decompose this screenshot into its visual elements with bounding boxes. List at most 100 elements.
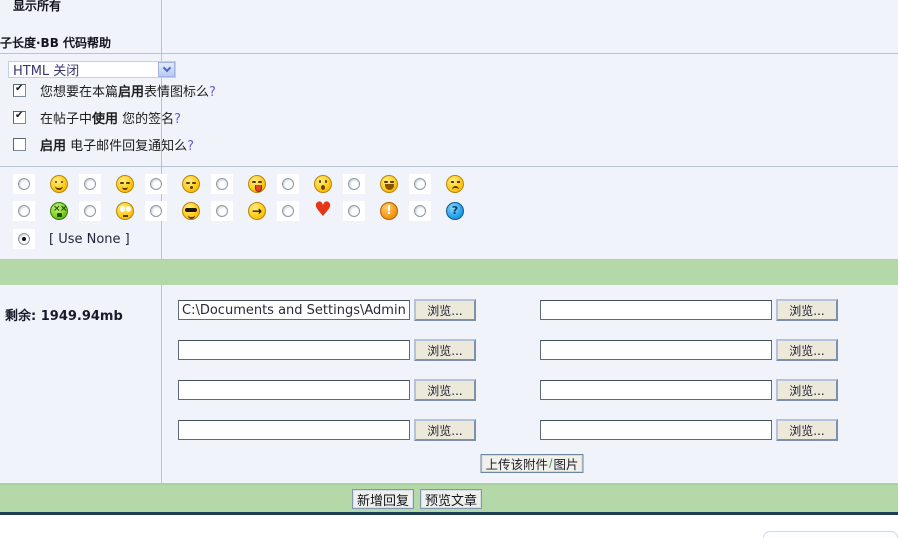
smiley-section: [ Use None ] (0, 167, 898, 259)
smiley-radio-eyeroll[interactable] (84, 205, 96, 217)
radio-cell (211, 201, 233, 221)
smile-icon (50, 175, 68, 193)
radio-cell (211, 174, 233, 194)
quota-remaining-label: 剩余: 1949.94mb (5, 305, 123, 324)
smiley-radio-question[interactable] (414, 205, 426, 217)
smiley-cell (409, 174, 475, 194)
show-all-label[interactable]: 显示所有 (13, 0, 61, 14)
question-icon (446, 202, 464, 220)
use-none-label: [ Use None ] (49, 232, 130, 247)
wink-icon (116, 175, 134, 193)
smiley-cell (277, 174, 343, 194)
smiley-row (13, 174, 475, 194)
tongue-icon (248, 175, 266, 193)
browse-button[interactable]: 浏览... (776, 379, 838, 401)
file-path-input[interactable] (540, 420, 772, 440)
html-mode-select[interactable]: HTML 关闭 (8, 61, 176, 78)
smiley-cell (13, 174, 79, 194)
option-checkbox-1[interactable] (13, 111, 26, 124)
shocked-icon (314, 175, 332, 193)
browse-button[interactable]: 浏览... (414, 379, 476, 401)
option-label: 您想要在本篇启用表情图标么? (40, 81, 216, 100)
dead-icon (50, 202, 68, 220)
smiley-radio-heart[interactable] (282, 205, 294, 217)
action-bar: 新增回复 预览文章 (0, 484, 898, 512)
use-none-radio[interactable] (18, 233, 30, 245)
radio-cell (145, 201, 167, 221)
browse-button[interactable]: 浏览... (776, 419, 838, 441)
exclaim-icon (380, 202, 398, 220)
upload-button-text: 上传该附件 (485, 454, 548, 473)
option-row: 您想要在本篇启用表情图标么? (13, 83, 216, 98)
radio-cell (277, 201, 299, 221)
option-row: 启用 电子邮件回复通知么? (13, 137, 194, 152)
browse-button[interactable]: 浏览... (414, 339, 476, 361)
file-path-input[interactable] (540, 380, 772, 400)
reply-form-page: 显示所有 子长度·BB 代码帮助 HTML 关闭 您想要在本篇启用表情图标么? 在… (0, 0, 898, 538)
option-checkbox-0[interactable] (13, 84, 26, 97)
radio-cell (13, 201, 35, 221)
option-checkbox-2[interactable] (13, 138, 26, 151)
preview-post-button[interactable]: 预览文章 (420, 489, 482, 509)
smiley-cell (343, 174, 409, 194)
option-label: 在帖子中使用 您的签名? (40, 108, 181, 127)
file-path-input[interactable] (178, 380, 410, 400)
smiley-radio-smile[interactable] (18, 178, 30, 190)
smiley-row (13, 201, 475, 221)
upload-attachment-button[interactable]: 上传该附件/图片 (480, 454, 583, 473)
radio-cell (145, 174, 167, 194)
smiley-cell (211, 201, 277, 221)
smiley-radio-exclaim[interactable] (348, 205, 360, 217)
smiley-cell (79, 174, 145, 194)
browse-button[interactable]: 浏览... (776, 299, 838, 321)
html-mode-value: HTML 关闭 (13, 60, 79, 79)
upload-section: 剩余: 1949.94mb 浏览... 浏览... 浏览... 浏览... 浏览... 浏… (0, 285, 898, 483)
smiley-cell (277, 201, 343, 221)
use-none-row: [ Use None ] (13, 229, 130, 249)
smiley-cell (145, 201, 211, 221)
corner-popup-edge (763, 531, 898, 538)
options-section: HTML 关闭 您想要在本篇启用表情图标么? 在帖子中使用 您的签名? 启用 电子邮… (0, 54, 898, 166)
file-path-input[interactable] (540, 340, 772, 360)
grin-icon (380, 175, 398, 193)
smiley-cell (145, 174, 211, 194)
heart-icon (314, 202, 332, 220)
file-path-input[interactable] (540, 300, 772, 320)
green-band (0, 259, 898, 285)
arrow-icon (248, 202, 266, 220)
radio-cell (409, 201, 431, 221)
option-label: 启用 电子邮件回复通知么? (40, 135, 194, 154)
cool-icon (182, 202, 200, 220)
smiley-radio-dead[interactable] (18, 205, 30, 217)
radio-cell (13, 229, 35, 249)
file-path-input[interactable] (178, 300, 410, 320)
file-path-input[interactable] (178, 340, 410, 360)
file-path-input[interactable] (178, 420, 410, 440)
browse-button[interactable]: 浏览... (414, 299, 476, 321)
browse-button[interactable]: 浏览... (776, 339, 838, 361)
browse-button[interactable]: 浏览... (414, 419, 476, 441)
smiley-radio-angry[interactable] (414, 178, 426, 190)
smiley-radio-grin[interactable] (348, 178, 360, 190)
smiley-radio-arrow[interactable] (216, 205, 228, 217)
bbcode-help-label[interactable]: 子长度·BB 代码帮助 (0, 34, 111, 51)
eyeroll-icon (116, 202, 134, 220)
chevron-down-icon (162, 64, 170, 72)
smiley-cell (79, 201, 145, 221)
smiley-radio-shocked[interactable] (282, 178, 294, 190)
smiley-radio-tongue[interactable] (216, 178, 228, 190)
radio-cell (79, 201, 101, 221)
radio-cell (13, 174, 35, 194)
radio-cell (409, 174, 431, 194)
smiley-radio-sleepy[interactable] (150, 178, 162, 190)
radio-cell (79, 174, 101, 194)
option-row: 在帖子中使用 您的签名? (13, 110, 181, 125)
radio-cell (277, 174, 299, 194)
submit-reply-button[interactable]: 新增回复 (352, 489, 414, 509)
smiley-radio-cool[interactable] (150, 205, 162, 217)
radio-cell (343, 174, 365, 194)
dropdown-arrow-button[interactable] (158, 62, 175, 77)
smiley-radio-wink[interactable] (84, 178, 96, 190)
smiley-cell (13, 201, 79, 221)
smiley-cell (343, 201, 409, 221)
